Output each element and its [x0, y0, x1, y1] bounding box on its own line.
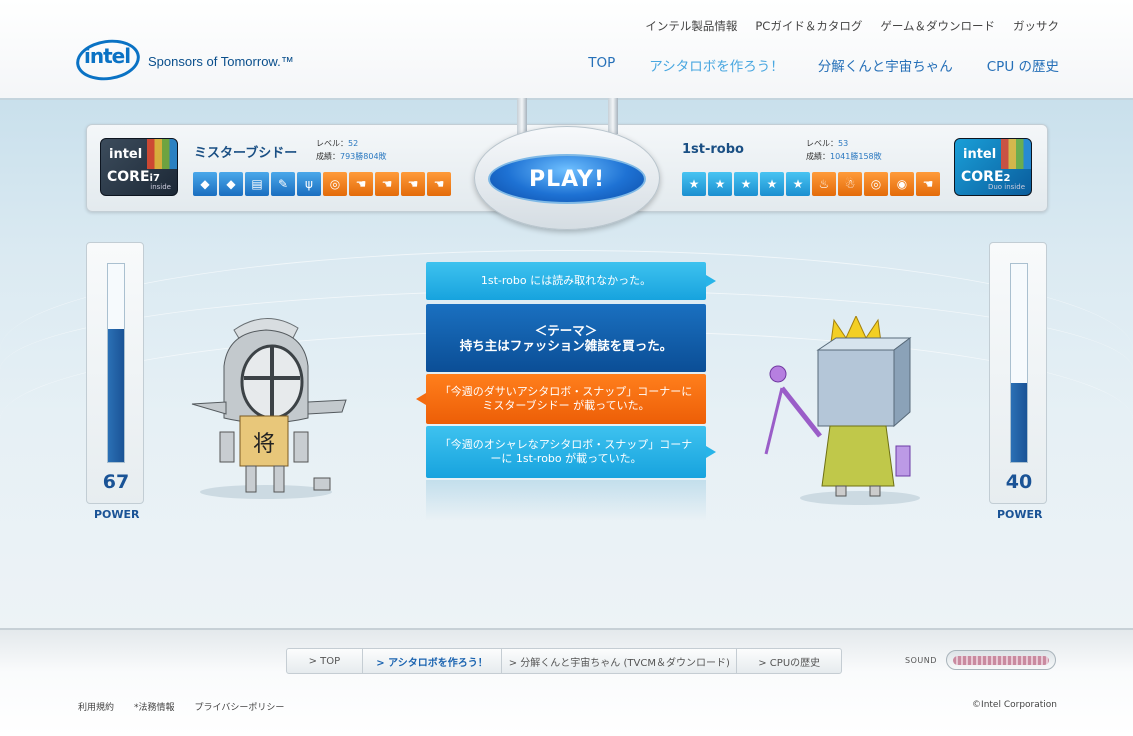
site-header: intel Sponsors of Tomorrow.™ インテル製品情報 PC…	[0, 0, 1133, 98]
chip-intel-text: intel	[109, 147, 143, 162]
record-value: 1041勝158敗	[830, 152, 882, 161]
globe-icon[interactable]: ◉	[890, 172, 914, 196]
record-value: 793勝804敗	[340, 152, 387, 161]
site-footer: > TOP > アシタロボを作ろう！ > 分解くんと宇宙ちゃん (TVCM＆ダウ…	[0, 628, 1133, 736]
faucet-icon[interactable]: ♨	[812, 172, 836, 196]
star-icon[interactable]: ★	[682, 172, 706, 196]
record-label: 成績：	[806, 152, 830, 161]
sound-level-track	[953, 656, 1049, 665]
hanging-pole	[608, 98, 618, 134]
sound-label: SOUND	[905, 656, 937, 665]
magnifier-icon[interactable]: ◎	[323, 172, 347, 196]
record-label: 成績：	[316, 152, 340, 161]
right-power-gauge	[1010, 263, 1028, 463]
chip-intel-text: intel	[963, 147, 997, 162]
log-text: 1st-robo には読み取れなかった。	[480, 274, 652, 287]
right-cpu-chip: intel CORE2 Duo inside	[954, 138, 1032, 196]
chip-mosaic	[1001, 139, 1031, 169]
magnifier-icon[interactable]: ◎	[864, 172, 888, 196]
svg-text:将: 将	[253, 432, 275, 457]
nav-cpu-history[interactable]: CPU の歴史	[987, 55, 1059, 75]
footer-links: 利用規約 *法務情報 プライバシーポリシー	[78, 700, 284, 713]
hand-icon[interactable]: ☚	[375, 172, 399, 196]
log-reflection	[426, 480, 706, 520]
left-player-info: レベル：52 成績：793勝804敗	[316, 137, 387, 163]
log-message-1: 1st-robo には読み取れなかった。	[426, 262, 716, 300]
log-text: 「今週のダサいアシタロボ・スナップ」コーナーに ミスターブシドー が載っていた。	[439, 385, 693, 412]
right-power-label: POWER	[997, 508, 1043, 521]
left-power-value: 67	[102, 471, 130, 493]
king-robot-image	[764, 316, 920, 505]
footer-link-legal[interactable]: *法務情報	[134, 700, 175, 713]
play-button[interactable]: PLAY!	[488, 154, 646, 204]
left-power-label: POWER	[94, 508, 140, 521]
right-power-fill	[1011, 382, 1027, 462]
hand-icon[interactable]: ☚	[916, 172, 940, 196]
left-power-panel: 67	[86, 242, 144, 504]
footer-nav: > TOP > アシタロボを作ろう！ > 分解くんと宇宙ちゃん (TVCM＆ダウ…	[286, 648, 842, 674]
right-badges: ★ ★ ★ ★ ★ ♨ ☃ ◎ ◉ ☚	[682, 172, 940, 196]
nav-ashitarobo[interactable]: アシタロボを作ろう！	[649, 55, 783, 75]
hand-icon[interactable]: ☚	[349, 172, 373, 196]
sound-toggle[interactable]	[946, 650, 1056, 670]
right-player-info: レベル：53 成績：1041勝158敗	[806, 137, 882, 163]
star-icon[interactable]: ★	[786, 172, 810, 196]
top-link-products[interactable]: インテル製品情報	[645, 18, 737, 34]
hanging-pole	[517, 98, 527, 134]
samurai-robot-image: 将	[191, 318, 347, 499]
logo-tagline: Sponsors of Tomorrow.™	[148, 54, 294, 69]
left-player-name: ミスターブシドー	[194, 146, 298, 161]
speech-arrow-left	[416, 393, 426, 405]
main-nav: TOP アシタロボを作ろう！ 分解くんと宇宙ちゃん CPU の歴史	[588, 55, 1059, 75]
chip-sub: inside	[150, 183, 171, 191]
log-text: 「今週のオシャレなアシタロボ・スナップ」コーナーに 1st-robo が載ってい…	[439, 438, 693, 465]
level-value: 53	[838, 139, 849, 148]
footer-nav-ashitarobo[interactable]: > アシタロボを作ろう！	[363, 649, 503, 673]
footer-nav-top[interactable]: > TOP	[287, 649, 363, 673]
chip-core: CORE	[107, 169, 150, 185]
nav-bunkai[interactable]: 分解くんと宇宙ちゃん	[818, 55, 953, 75]
footer-nav-cpu-history[interactable]: > CPUの歴史	[737, 649, 841, 673]
star-icon[interactable]: ★	[760, 172, 784, 196]
top-link-gassaku[interactable]: ガッサク	[1013, 18, 1059, 34]
diamond-icon[interactable]: ◆	[219, 172, 243, 196]
document-icon[interactable]: ▤	[245, 172, 269, 196]
star-icon[interactable]: ★	[734, 172, 758, 196]
level-label: レベル：	[806, 139, 838, 148]
top-links: インテル製品情報 PCガイド＆カタログ ゲーム＆ダウンロード ガッサク	[645, 18, 1059, 34]
chip-sub: Duo inside	[987, 183, 1025, 191]
hand-icon[interactable]: ☚	[427, 172, 451, 196]
diamond-icon[interactable]: ◆	[193, 172, 217, 196]
nav-top[interactable]: TOP	[588, 55, 615, 75]
star-icon[interactable]: ★	[708, 172, 732, 196]
speech-arrow-right	[706, 446, 716, 458]
log-theme: ＜テーマ＞ 持ち主はファッション雑誌を買った。	[426, 304, 706, 372]
fork-knife-icon[interactable]: ψ	[297, 172, 321, 196]
log-text: ＜テーマ＞ 持ち主はファッション雑誌を買った。	[459, 323, 673, 353]
left-power-fill	[108, 329, 124, 462]
right-power-panel: 40	[989, 242, 1047, 504]
paint-icon[interactable]: ✎	[271, 172, 295, 196]
footer-nav-bunkai[interactable]: > 分解くんと宇宙ちゃん (TVCM＆ダウンロード)	[502, 649, 738, 673]
chip-mosaic	[147, 139, 177, 169]
hand-icon[interactable]: ☚	[401, 172, 425, 196]
intel-logo[interactable]: intel	[84, 44, 131, 68]
right-power-value: 40	[1005, 471, 1033, 493]
level-value: 52	[348, 139, 359, 148]
top-link-games[interactable]: ゲーム＆ダウンロード	[880, 18, 995, 34]
left-badges: ◆ ◆ ▤ ✎ ψ ◎ ☚ ☚ ☚ ☚	[193, 172, 451, 196]
log-message-2: 「今週のダサいアシタロボ・スナップ」コーナーに ミスターブシドー が載っていた。	[416, 374, 706, 424]
copyright: ©Intel Corporation	[972, 700, 1057, 710]
footer-link-privacy[interactable]: プライバシーポリシー	[195, 700, 285, 713]
top-link-pc-guide[interactable]: PCガイド＆カタログ	[755, 18, 862, 34]
right-player-name: 1st-robo	[682, 142, 744, 157]
footer-link-terms[interactable]: 利用規約	[78, 700, 114, 713]
speech-arrow-right	[706, 275, 716, 287]
log-message-3: 「今週のオシャレなアシタロボ・スナップ」コーナーに 1st-robo が載ってい…	[426, 426, 716, 478]
left-cpu-chip: intel COREi7 inside	[100, 138, 178, 196]
level-label: レベル：	[316, 139, 348, 148]
penguin-icon[interactable]: ☃	[838, 172, 862, 196]
left-power-gauge	[107, 263, 125, 463]
